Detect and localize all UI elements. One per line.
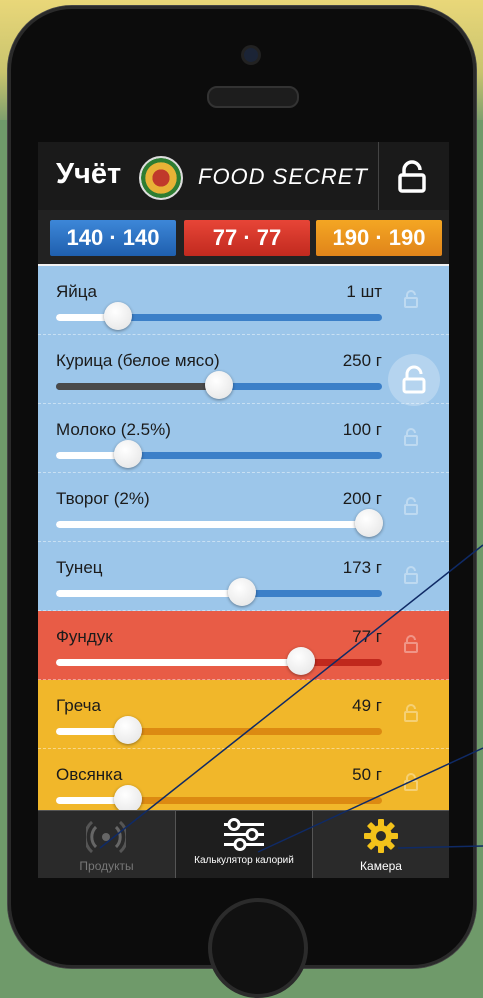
- protein-badge: 140 · 140: [50, 220, 176, 256]
- tab-calorie-calculator[interactable]: Калькулятор калорий: [176, 811, 312, 878]
- slider-knob[interactable]: [103, 302, 132, 330]
- lock-icon[interactable]: [400, 564, 422, 586]
- app-logo: [139, 156, 183, 200]
- tab-label: Калькулятор калорий: [194, 855, 294, 866]
- page-title: Учёт: [56, 158, 122, 190]
- nav-bar: Учёт FOOD SECRET: [38, 142, 449, 210]
- slider-fill: [56, 521, 369, 528]
- product-amount: 100 г: [342, 420, 382, 439]
- product-name: Творог (2%): [56, 489, 150, 508]
- product-name: Фундук: [56, 627, 113, 646]
- slider-fill: [56, 659, 301, 666]
- nav-divider: [378, 142, 379, 210]
- tab-label: Камера: [360, 859, 402, 873]
- product-amount: 49 г: [352, 696, 382, 715]
- lock-icon[interactable]: [393, 160, 431, 194]
- macro-summary: 140 · 140 77 · 77 190 · 190: [38, 210, 449, 264]
- tab-bar: Продукты Калькулятор калорий Камера: [38, 810, 449, 878]
- slider-fill: [56, 590, 242, 597]
- product-amount: 1 шт: [346, 282, 382, 301]
- slider-knob[interactable]: [286, 647, 315, 675]
- list-item[interactable]: Греча 49 г: [38, 680, 449, 749]
- lock-icon[interactable]: [400, 288, 422, 310]
- product-name: Овсянка: [56, 765, 123, 784]
- home-button[interactable]: [208, 898, 308, 998]
- product-amount: 200 г: [342, 489, 382, 508]
- amount-slider[interactable]: [56, 647, 382, 675]
- tab-label: Продукты: [79, 859, 134, 873]
- app-screen: Учёт FOOD SECRET 140 · 140 77 · 77 190 ·…: [38, 142, 449, 878]
- lock-icon[interactable]: [400, 495, 422, 517]
- product-amount: 250 г: [342, 351, 382, 370]
- product-name: Греча: [56, 696, 101, 715]
- product-amount: 173 г: [342, 558, 382, 577]
- earpiece-speaker: [207, 86, 299, 108]
- radar-icon: [86, 820, 126, 854]
- product-name: Яйца: [56, 282, 97, 301]
- lock-icon[interactable]: [400, 426, 422, 448]
- front-camera: [244, 48, 258, 62]
- slider-knob[interactable]: [113, 716, 142, 744]
- list-item[interactable]: Тунец 173 г: [38, 542, 449, 611]
- slider-knob[interactable]: [113, 440, 142, 468]
- slider-knob[interactable]: [227, 578, 256, 606]
- lock-icon[interactable]: [400, 633, 422, 655]
- slider-knob[interactable]: [113, 785, 142, 810]
- amount-slider[interactable]: [56, 302, 382, 330]
- slider-knob[interactable]: [205, 371, 233, 399]
- active-lock-highlight[interactable]: [388, 354, 440, 406]
- slider-knob[interactable]: [354, 509, 383, 537]
- list-item[interactable]: Овсянка 50 г: [38, 749, 449, 810]
- carbs-badge: 190 · 190: [316, 220, 442, 256]
- lock-icon[interactable]: [400, 771, 422, 793]
- product-name: Тунец: [56, 558, 103, 577]
- tab-products[interactable]: Продукты: [38, 811, 175, 878]
- amount-slider[interactable]: [56, 440, 382, 468]
- list-item[interactable]: Молоко (2.5%) 100 г: [38, 404, 449, 473]
- sliders-icon: [224, 818, 264, 851]
- gear-icon: [364, 819, 398, 853]
- amount-slider[interactable]: [56, 578, 382, 606]
- product-amount: 50 г: [352, 765, 382, 784]
- brand-name: FOOD SECRET: [198, 164, 368, 189]
- lock-icon: [402, 365, 426, 394]
- lock-icon[interactable]: [400, 702, 422, 724]
- amount-slider[interactable]: [56, 716, 382, 744]
- amount-slider[interactable]: [56, 509, 383, 537]
- fat-badge: 77 · 77: [184, 220, 310, 256]
- tab-camera[interactable]: Камера: [313, 811, 449, 878]
- list-item[interactable]: Творог (2%) 200 г: [38, 473, 449, 542]
- amount-slider[interactable]: [56, 371, 382, 399]
- product-name: Молоко (2.5%): [56, 420, 171, 439]
- product-name: Курица (белое мясо): [56, 351, 220, 370]
- product-list: Яйца 1 шт Курица (белое мясо) 250 г Молоко (…: [38, 266, 449, 810]
- product-amount: 77 г: [352, 627, 382, 646]
- list-item[interactable]: Фундук 77 г: [38, 611, 449, 680]
- slider-fill: [56, 383, 219, 390]
- list-item[interactable]: Яйца 1 шт: [38, 266, 449, 335]
- amount-slider[interactable]: [56, 785, 382, 810]
